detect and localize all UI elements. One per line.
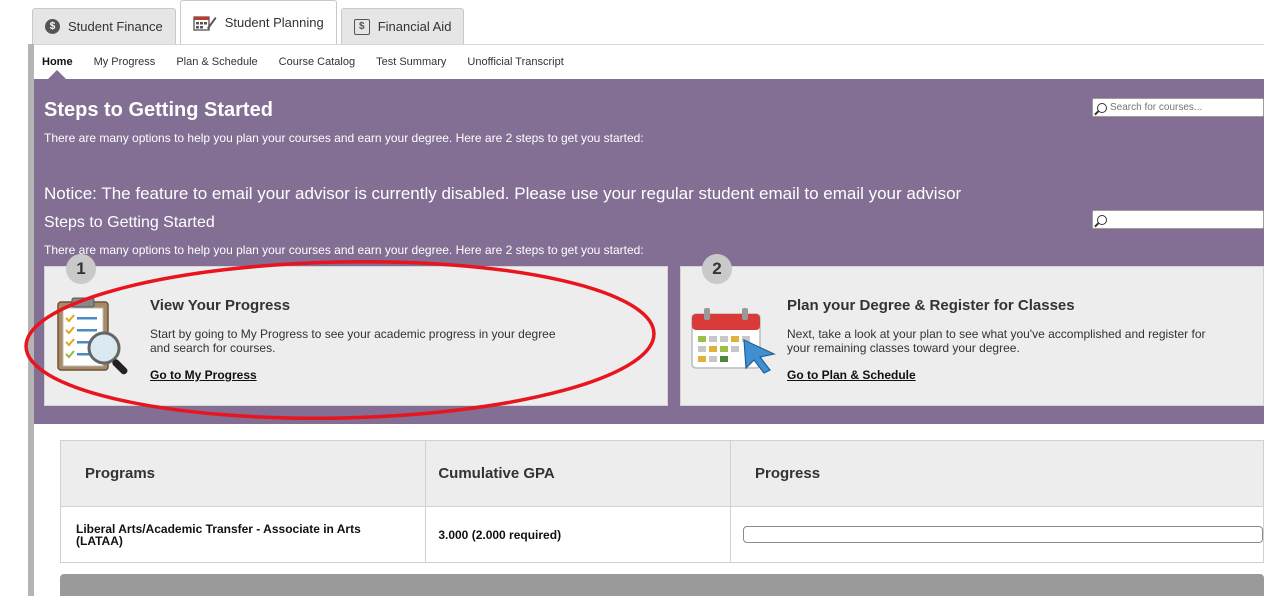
subnav-unofficial-transcript[interactable]: Unofficial Transcript — [467, 56, 563, 68]
go-to-my-progress-link[interactable]: Go to My Progress — [150, 368, 257, 382]
card-description-line1: Next, take a look at your plan to see wh… — [787, 327, 1206, 341]
subnav-plan-schedule[interactable]: Plan & Schedule — [176, 56, 257, 68]
step-number-badge: 1 — [66, 254, 96, 284]
sub-navigation: Home My Progress Plan & Schedule Course … — [34, 44, 1264, 79]
section-subtitle: There are many options to help you plan … — [44, 243, 644, 257]
card-title: Plan your Degree & Register for Classes — [787, 297, 1075, 314]
dollar-circle-icon: $ — [45, 19, 60, 34]
search-input-2[interactable] — [1110, 214, 1250, 225]
card-description-line2: and search for courses. — [150, 341, 276, 355]
page-subtitle: There are many options to help you plan … — [44, 131, 644, 145]
go-to-plan-schedule-link[interactable]: Go to Plan & Schedule — [787, 368, 916, 382]
notice-text: Notice: The feature to email your adviso… — [44, 184, 962, 203]
table-row: Liberal Arts/Academic Transfer - Associa… — [59, 506, 1264, 563]
card-title: View Your Progress — [150, 297, 291, 314]
subnav-test-summary[interactable]: Test Summary — [376, 56, 446, 68]
search-icon — [1097, 102, 1107, 113]
program-gpa: 3.000 (2.000 required) — [425, 506, 731, 563]
tab-label: Financial Aid — [377, 19, 452, 34]
calendar-cursor-icon — [691, 308, 776, 374]
clipboard-magnifier-icon — [57, 297, 128, 375]
subnav-my-progress[interactable]: My Progress — [94, 56, 156, 68]
section-title: Steps to Getting Started — [44, 214, 215, 231]
search-icon — [1097, 214, 1107, 225]
header-cumulative-gpa: Cumulative GPA — [425, 440, 731, 507]
program-progress-cell — [730, 506, 1264, 563]
progress-bar — [743, 526, 1263, 543]
header-programs: Programs — [59, 440, 427, 507]
programs-table: Programs Cumulative GPA Progress Liberal… — [59, 440, 1264, 563]
step-number-badge: 2 — [702, 254, 732, 284]
card-description-line1: Start by going to My Progress to see you… — [150, 327, 556, 341]
page: $ Student Finance Student Planning $ Fin… — [0, 0, 1264, 596]
subnav-course-catalog[interactable]: Course Catalog — [279, 56, 355, 68]
subnav-home[interactable]: Home — [42, 56, 73, 68]
money-icon: $ — [353, 18, 370, 35]
tab-student-planning[interactable]: Student Planning — [179, 0, 337, 44]
tab-label: Student Finance — [68, 19, 163, 34]
program-name: Liberal Arts/Academic Transfer - Associa… — [59, 506, 427, 563]
search-input[interactable] — [1110, 102, 1250, 113]
course-search-box-2[interactable] — [1092, 210, 1264, 229]
tab-student-finance[interactable]: $ Student Finance — [32, 8, 176, 44]
top-tabs: $ Student Finance Student Planning $ Fin… — [32, 0, 468, 44]
header-progress: Progress — [730, 440, 1264, 507]
tab-financial-aid[interactable]: $ Financial Aid — [340, 8, 465, 44]
course-search-box[interactable] — [1092, 98, 1264, 117]
card-description-line2: your remaining classes toward your degre… — [787, 341, 1020, 355]
calendar-pencil-icon — [193, 15, 217, 31]
next-section-bar — [60, 574, 1264, 596]
page-title: Steps to Getting Started — [44, 99, 273, 121]
tab-label: Student Planning — [224, 15, 324, 30]
